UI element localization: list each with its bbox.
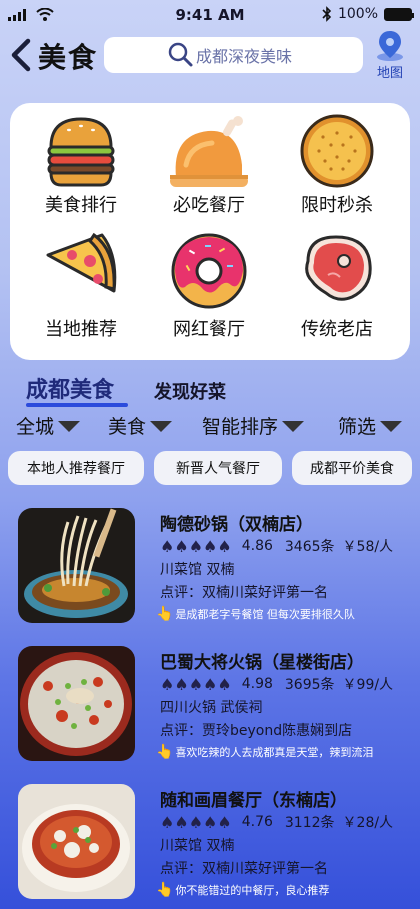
status-bar: 9:41 AM 100% (0, 0, 420, 30)
pizza-icon (46, 232, 117, 293)
battery-percent: 100% (337, 6, 378, 22)
restaurant-photo (18, 646, 135, 761)
category-traditional[interactable]: 传统老店 (272, 231, 402, 351)
chevron-down-icon (58, 421, 81, 432)
search-placeholder: 成都深夜美味 (196, 47, 293, 66)
category-grid: 美食排行 必吃餐厅 限时秒杀 当地推荐 网红餐厅 传统老店 (10, 103, 410, 360)
restaurant-card[interactable]: 随和画眉餐厅（东楠店） ♠♠♠♠♠ 4.76 3112条 ￥28/人 川菜馆 双… (0, 784, 420, 909)
back-arrow-icon[interactable] (8, 38, 34, 72)
filter-sort[interactable]: 智能排序 (202, 412, 305, 439)
restaurant-review: 点评：双楠川菜好评第一名 (160, 861, 328, 877)
tab-underline (26, 403, 128, 407)
restaurant-rating: ♠♠♠♠♠ 4.98 3695条 ￥99/人 (160, 674, 393, 694)
filter-label: 筛选 (338, 416, 377, 438)
restaurant-name: 随和画眉餐厅（东楠店） (160, 791, 347, 811)
battery-icon (384, 7, 414, 21)
tab-discover-dishes[interactable]: 发现好菜 (154, 378, 226, 404)
category-label: 传统老店 (301, 319, 373, 340)
restaurant-tags: 川菜馆 双楠 (160, 838, 235, 854)
avg-price: ￥58/人 (342, 539, 394, 555)
section-tabs: 成都美食 发现好菜 (0, 370, 420, 410)
restaurant-card[interactable]: 巴蜀大将火锅（星楼街店） ♠♠♠♠♠ 4.98 3695条 ￥99/人 四川火锅… (0, 646, 420, 771)
chevron-down-icon (282, 421, 305, 432)
restaurant-photo (18, 784, 135, 899)
restaurant-tip: 👆 你不能错过的中餐厅，良心推荐 (156, 882, 329, 898)
filter-label: 全城 (16, 416, 55, 438)
category-label: 限时秒杀 (301, 195, 373, 216)
page-title: 美食 (38, 41, 99, 74)
search-icon (168, 42, 193, 67)
pointing-hand-icon: 👆 (156, 882, 174, 898)
filter-label: 智能排序 (202, 416, 279, 438)
burger-icon (47, 117, 115, 187)
steak-icon (305, 235, 372, 301)
map-label: 地图 (376, 66, 403, 81)
filter-options[interactable]: 筛选 (338, 412, 403, 439)
bluetooth-icon (322, 6, 332, 22)
tip-text: 你不能错过的中餐厅，良心推荐 (175, 884, 330, 897)
map-pin-icon (377, 31, 403, 61)
quick-tags: 本地人推荐餐厅 新晋人气餐厅 成都平价美食 (0, 451, 420, 485)
restaurant-rating: ♠♠♠♠♠ 4.76 3112条 ￥28/人 (160, 812, 393, 832)
restaurant-review: 点评：双楠川菜好评第一名 (160, 585, 328, 601)
review-count: 3112条 (284, 815, 335, 831)
restaurant-name: 巴蜀大将火锅（星楼街店） (160, 653, 364, 673)
tag-affordable[interactable]: 成都平价美食 (292, 451, 412, 485)
tip-text: 喜欢吃辣的人去成都真是天堂，辣到流泪 (175, 746, 374, 759)
chevron-down-icon (380, 421, 403, 432)
tag-new-popular[interactable]: 新晋人气餐厅 (154, 451, 282, 485)
filter-area[interactable]: 全城 (16, 412, 81, 439)
pointing-hand-icon: 👆 (156, 606, 174, 622)
tab-chengdu-food[interactable]: 成都美食 (26, 372, 114, 404)
roast-chicken-icon (170, 116, 248, 187)
filter-bar: 全城 美食 智能排序 筛选 (0, 410, 420, 442)
restaurant-card[interactable]: 陶德砂锅（双楠店） ♠♠♠♠♠ 4.86 3465条 ￥58/人 川菜馆 双楠 … (0, 508, 420, 633)
pointing-hand-icon: 👆 (156, 744, 174, 760)
category-local-recommend[interactable]: 当地推荐 (16, 231, 146, 351)
cracker-icon (300, 114, 374, 188)
rating-spades-icon: ♠♠♠♠♠ (160, 536, 232, 556)
filter-category[interactable]: 美食 (108, 412, 173, 439)
category-label: 美食排行 (45, 195, 117, 216)
category-food-ranking[interactable]: 美食排行 (16, 111, 146, 231)
category-must-eat[interactable]: 必吃餐厅 (144, 111, 274, 231)
rating-spades-icon: ♠♠♠♠♠ (160, 812, 232, 832)
tip-text: 是成都老字号餐馆 但每次要排很久队 (175, 608, 355, 621)
rating-score: 4.76 (241, 814, 273, 830)
category-label: 必吃餐厅 (173, 195, 245, 216)
search-input[interactable]: 成都深夜美味 (104, 37, 363, 73)
rating-score: 4.86 (241, 538, 273, 554)
avg-price: ￥28/人 (342, 815, 394, 831)
restaurant-tags: 川菜馆 双楠 (160, 562, 235, 578)
restaurant-rating: ♠♠♠♠♠ 4.86 3465条 ￥58/人 (160, 536, 393, 556)
restaurant-tip: 👆 是成都老字号餐馆 但每次要排很久队 (156, 606, 355, 622)
chevron-down-icon (150, 421, 173, 432)
header: 美食 成都深夜美味 地图 (0, 30, 420, 81)
category-trending[interactable]: 网红餐厅 (144, 231, 274, 351)
donut-icon (171, 233, 247, 309)
tag-local-recommended[interactable]: 本地人推荐餐厅 (8, 451, 144, 485)
restaurant-photo (18, 508, 135, 623)
filter-label: 美食 (108, 416, 147, 438)
rating-spades-icon: ♠♠♠♠♠ (160, 674, 232, 694)
review-count: 3695条 (284, 677, 335, 693)
map-button[interactable]: 地图 (370, 30, 410, 81)
restaurant-tags: 四川火锅 武侯祠 (160, 700, 263, 716)
review-count: 3465条 (284, 539, 335, 555)
status-right: 100% (322, 6, 414, 22)
rating-score: 4.98 (241, 676, 273, 692)
restaurant-name: 陶德砂锅（双楠店） (160, 515, 313, 535)
restaurant-tip: 👆 喜欢吃辣的人去成都真是天堂，辣到流泪 (156, 744, 373, 760)
category-label: 当地推荐 (45, 319, 117, 340)
avg-price: ￥99/人 (342, 677, 394, 693)
category-label: 网红餐厅 (173, 319, 245, 340)
category-flash-sale[interactable]: 限时秒杀 (272, 111, 402, 231)
restaurant-review: 点评：贾玲beyond陈惠娴到店 (160, 723, 353, 739)
